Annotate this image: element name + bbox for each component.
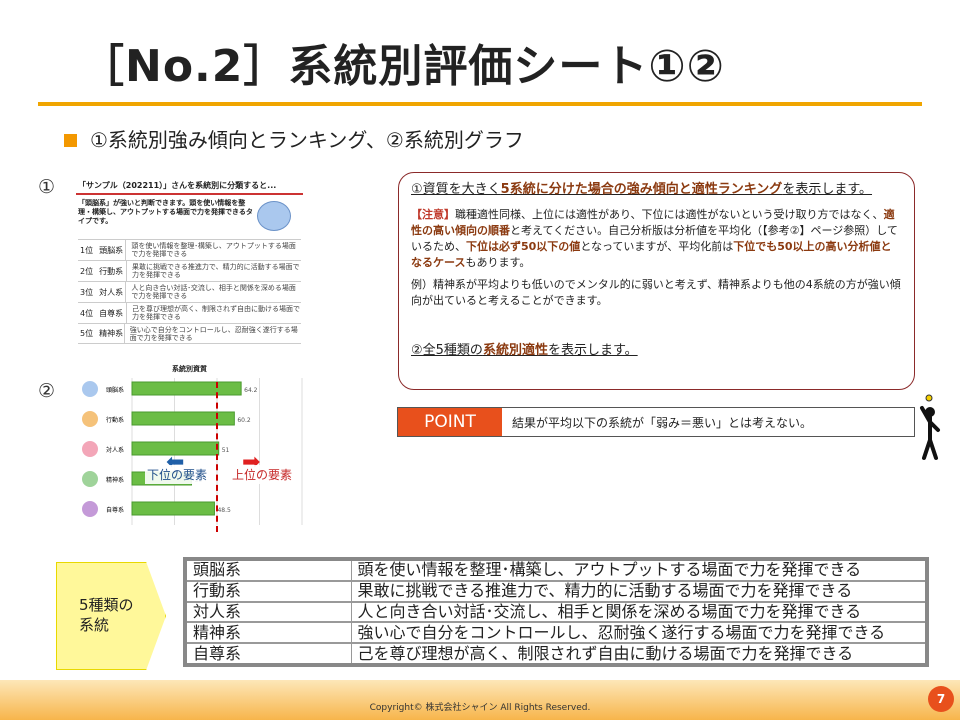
marker-two: ② [38, 380, 56, 402]
types-table: 頭脳系 頭を使い情報を整理･構築し、アウトプットする場面で力を発揮できる 行動系 果敢… [183, 557, 929, 667]
type-desc: 強い心で自分をコントロールし、忍耐強く遂行する場面で力を発揮できる [350, 621, 928, 645]
note-tag: 【注意】 [411, 208, 455, 221]
type-name: 対人系 [184, 601, 352, 624]
p1-pre: ①資質を大きく [411, 182, 501, 197]
p4-post: を表示します。 [547, 343, 638, 358]
explanation-box: ①資質を大きく5系統に分けた場合の強み傾向と適性ランキングを表示します。 【注意… [398, 172, 915, 390]
bar-value-label: 51 [222, 447, 230, 454]
page-title: ［No.2］系統別評価シート①② [80, 41, 725, 92]
note-a: 職種適性同様、上位には適性があり、下位には適性がないという受け取り方ではなく、 [455, 208, 884, 221]
bar-chart: 頭脳系64.2行動系60.2対人系51精神系35自尊系48.5 [82, 378, 303, 525]
ranking-row: 2位 行動系 果敢に挑戦できる推進力で、精力的に活動する場面で力を発揮できる [78, 260, 301, 281]
heading-divider [76, 193, 303, 195]
p1-post: を表示します。 [782, 182, 873, 197]
bar [131, 411, 235, 426]
types-row: 精神系 強い心で自分をコントロールし、忍耐強く遂行する場面で力を発揮できる [184, 621, 928, 645]
idea-person-icon [920, 394, 940, 460]
category-label: 対人系 [106, 446, 124, 454]
types-tag: 5種類の 系統 [56, 562, 166, 670]
high-label: 上位の要素 [230, 465, 295, 484]
ranking-type: 行動系 [99, 266, 124, 276]
ranking-type: 精神系 [99, 329, 124, 338]
bar [131, 381, 242, 396]
note-d: もあります。 [465, 256, 531, 269]
ranking-position: 3位 [80, 287, 94, 297]
note-em2: 下位は必ず50以下の値 [466, 240, 581, 253]
subheading: ①系統別強み傾向とランキング、②系統別グラフ [90, 128, 524, 152]
point-box: POINT 結果が平均以下の系統が「弱み＝悪い」とは考えない。 [397, 407, 915, 437]
copyright: Copyright© 株式会社シャイン All Rights Reserved. [369, 703, 591, 713]
ranking-name: 5位 精神系 [78, 324, 125, 343]
category-label: 精神系 [106, 476, 124, 484]
brain-icon [257, 201, 291, 231]
ranking-type: 頭脳系 [99, 245, 124, 255]
ranking-type: 対人系 [99, 287, 124, 297]
category-icon [82, 381, 98, 397]
ranking-desc: 強い心で自分をコントロールし、忍耐強く遂行する場面で力を発揮できる [129, 325, 298, 342]
ranking-row: 5位 精神系 強い心で自分をコントロールし、忍耐強く遂行する場面で力を発揮できる [78, 323, 301, 344]
average-line [216, 382, 218, 532]
p1-emphasis: 5系統に分けた場合の強み傾向と適性ランキング [500, 182, 783, 197]
marker-one: ① [38, 176, 56, 198]
ranking-list: 1位 頭脳系 頭を使い情報を整理･構築し、アウトプットする場面で力を発揮できる 2位行… [72, 239, 307, 344]
p4-pre: ②全5種類の [411, 343, 483, 358]
ranking-position: 4位 [80, 308, 94, 318]
ranking-name: 3位 対人系 [78, 282, 127, 302]
ranking-name: 1位 頭脳系 [78, 240, 127, 260]
explanation-example: 例）精神系が平均よりも低いのでメンタル的に弱いと考えず、精神系よりも他の4系統の… [411, 278, 901, 307]
page-number: 7 [928, 686, 954, 712]
category-label: 頭脳系 [106, 386, 124, 394]
title-underline [38, 102, 922, 106]
types-tag-label: 5種類の 系統 [79, 596, 134, 634]
ranking-position: 5位 [80, 329, 94, 338]
type-desc: 人と向き合い対話･交流し、相手と関係を深める場面で力を発揮できる [350, 601, 928, 624]
ranking-name: 2位 行動系 [78, 261, 128, 281]
category-icon [82, 471, 98, 487]
ranking-sheet-heading: 「サンプル（202211）」さんを系統別に分類すると... [78, 181, 277, 190]
type-desc: 己を尊び理想が高く、制限されず自由に動ける場面で力を発揮できる [350, 642, 928, 666]
ranking-row: 3位 対人系 人と向き合い対話･交流し、相手と関係を深める場面で力を発揮できる [78, 281, 301, 302]
bar [131, 501, 215, 516]
category-icon [82, 441, 98, 457]
summary-box: 「頭脳系」が強いと判断できます。頭を使い情報を整理・構築し、アウトプットする場面… [78, 199, 301, 235]
type-name: 精神系 [184, 621, 352, 645]
bar-value-label: 60.2 [237, 417, 251, 424]
bar-value-label: 48.5 [217, 507, 231, 514]
ranking-position: 2位 [80, 266, 94, 276]
explanation-p1: ①資質を大きく5系統に分けた場合の強み傾向と適性ランキングを表示します。 [411, 181, 902, 199]
bullet-square-icon [64, 134, 77, 147]
bar-value-label: 64.2 [244, 387, 258, 394]
low-label: 下位の要素 [145, 465, 210, 484]
category-label: 行動系 [106, 416, 124, 424]
type-name: 行動系 [184, 580, 352, 603]
category-label: 自尊系 [106, 506, 124, 514]
point-text: 結果が平均以下の系統が「弱み＝悪い」とは考えない。 [512, 416, 813, 430]
summary-text: 「頭脳系」が強いと判断できます。頭を使い情報を整理・構築し、アウトプットする場面… [78, 199, 253, 225]
ranking-name: 4位 自尊系 [78, 303, 127, 323]
types-row: 行動系 果敢に挑戦できる推進力で、精力的に活動する場面で力を発揮できる [184, 580, 928, 603]
explanation-note: 【注意】職種適性同様、上位には適性があり、下位には適性がないという受け取り方では… [411, 207, 902, 271]
type-name: 自尊系 [184, 642, 352, 666]
ranking-row: 4位 自尊系 己を尊び理想が高く、制限されず自由に動ける場面で力を発揮できる [78, 302, 301, 323]
category-icon [82, 501, 98, 517]
ranking-sheet-thumbnail: 「サンプル（202211）」さんを系統別に分類すると... 「頭脳系」が強いと判… [72, 178, 307, 358]
ranking-desc: 果敢に挑戦できる推進力で、精力的に活動する場面で力を発揮できる [132, 263, 300, 279]
explanation-p4: ②全5種類の系統別適性を表示します。 [411, 343, 902, 359]
ranking-desc: 頭を使い情報を整理･構築し、アウトプットする場面で力を発揮できる [131, 242, 296, 258]
ranking-row: 1位 頭脳系 頭を使い情報を整理･構築し、アウトプットする場面で力を発揮できる [78, 239, 301, 260]
type-desc: 頭を使い情報を整理･構築し、アウトプットする場面で力を発揮できる [350, 558, 928, 582]
types-row: 自尊系 己を尊び理想が高く、制限されず自由に動ける場面で力を発揮できる [184, 642, 928, 666]
ranking-type: 自尊系 [99, 308, 124, 318]
ranking-desc: 己を尊び理想が高く、制限されず自由に動ける場面で力を発揮できる [131, 305, 300, 321]
type-desc: 果敢に挑戦できる推進力で、精力的に活動する場面で力を発揮できる [350, 580, 928, 603]
category-icon [82, 411, 98, 427]
types-row: 頭脳系 頭を使い情報を整理･構築し、アウトプットする場面で力を発揮できる [184, 558, 928, 582]
ranking-desc: 人と向き合い対話･交流し、相手と関係を深める場面で力を発揮できる [131, 284, 296, 300]
ranking-position: 1位 [80, 245, 94, 255]
note-c: となっていますが、平均化前は [580, 240, 734, 253]
types-row: 対人系 人と向き合い対話･交流し、相手と関係を深める場面で力を発揮できる [184, 601, 928, 624]
type-name: 頭脳系 [184, 558, 352, 582]
p4-emphasis: 系統別適性 [482, 343, 548, 358]
point-tag: POINT [398, 408, 502, 436]
